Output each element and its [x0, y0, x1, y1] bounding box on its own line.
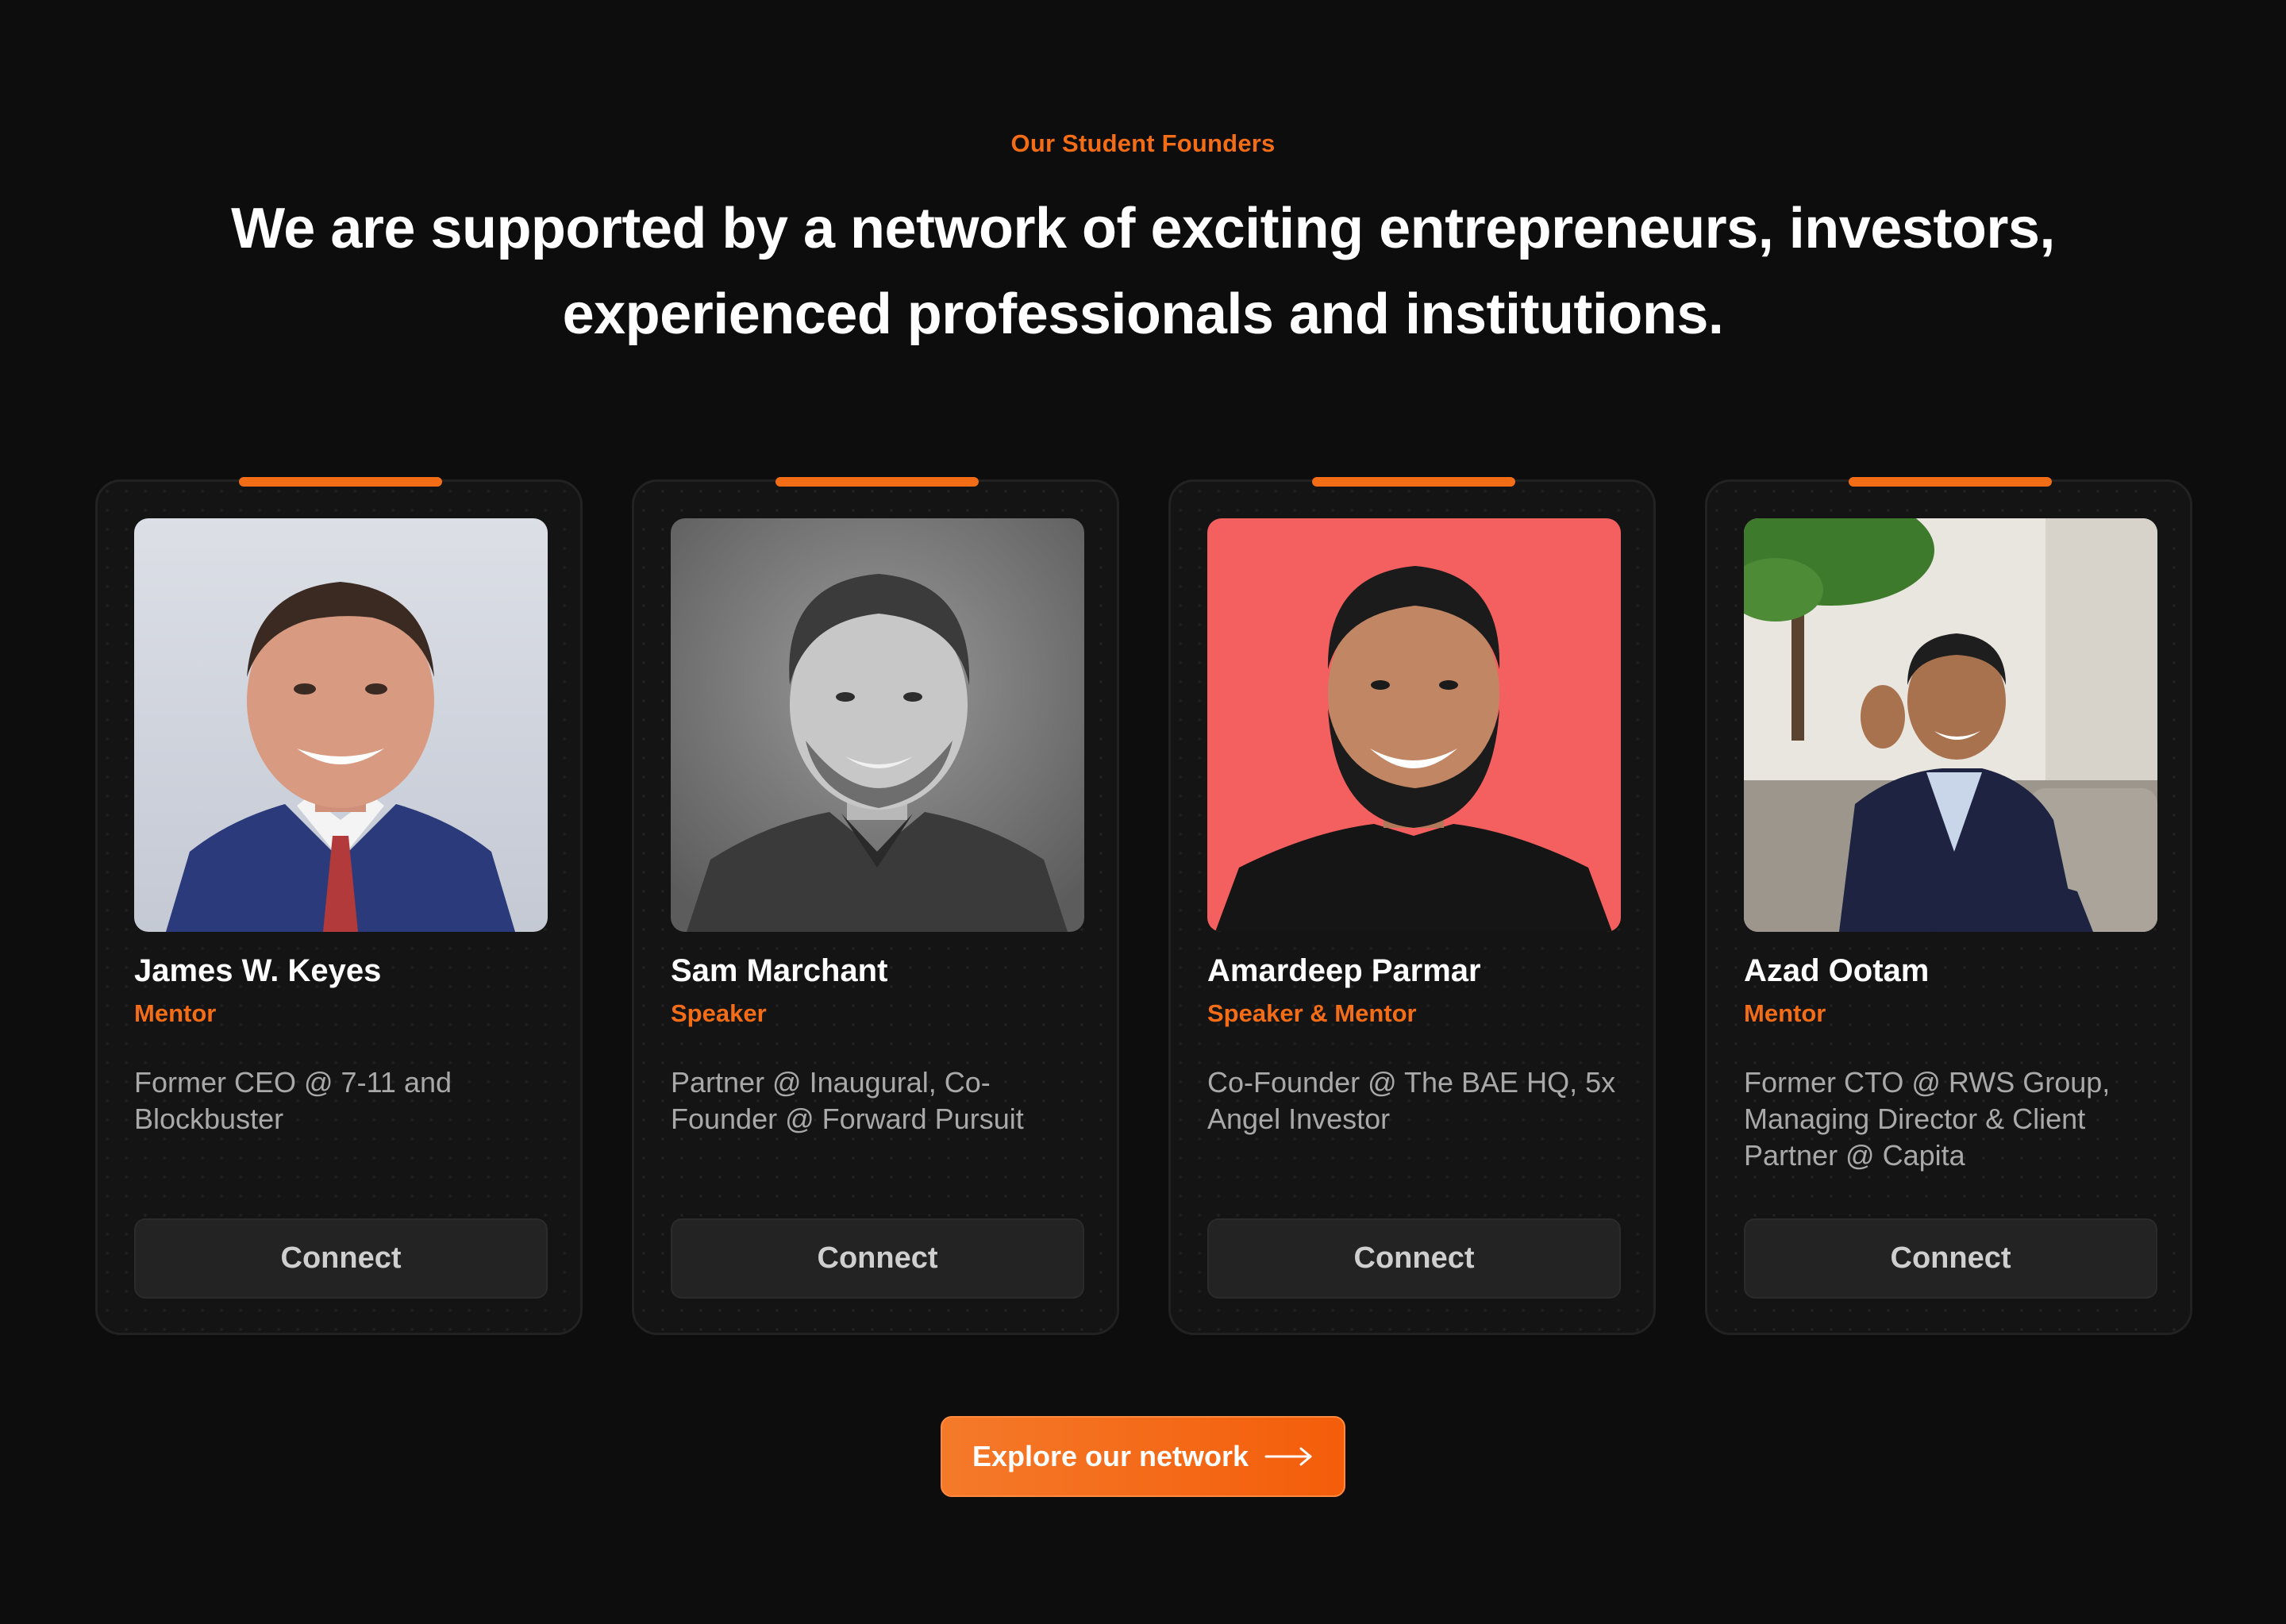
card-accent-bar — [1849, 477, 2052, 487]
card-accent-bar — [1312, 477, 1515, 487]
person-card-james-keyes: James W. Keyes Mentor Former CEO @ 7-11 … — [95, 477, 583, 1335]
person-bio: Partner @ Inaugural, Co-Founder @ Forwar… — [671, 1066, 1024, 1135]
section-headline: We are supported by a network of excitin… — [190, 186, 2096, 357]
person-card-amardeep-parmar: Amardeep Parmar Speaker & Mentor Co-Foun… — [1168, 477, 1656, 1335]
explore-network-label: Explore our network — [972, 1440, 1249, 1472]
person-name: Sam Marchant — [671, 953, 888, 988]
person-bio: Former CEO @ 7-11 and Blockbuster — [134, 1066, 452, 1135]
person-name: James W. Keyes — [134, 953, 382, 988]
profile-photo-sam-marchant — [671, 518, 1084, 932]
connect-button[interactable]: Connect — [1744, 1218, 2157, 1299]
arrow-right-icon — [1264, 1447, 1314, 1466]
profile-photo-azad-ootam — [1744, 518, 2157, 932]
person-bio: Co-Founder @ The BAE HQ, 5x Angel Invest… — [1207, 1066, 1616, 1135]
connect-button[interactable]: Connect — [1207, 1218, 1621, 1299]
person-name: Azad Ootam — [1744, 953, 1930, 988]
person-role: Speaker & Mentor — [1207, 999, 1417, 1027]
person-name: Amardeep Parmar — [1207, 953, 1481, 988]
profile-photo-amardeep-parmar — [1207, 518, 1621, 932]
explore-network-button[interactable]: Explore our network — [941, 1416, 1345, 1497]
person-role: Mentor — [134, 999, 217, 1027]
connect-button[interactable]: Connect — [671, 1218, 1084, 1299]
card-accent-bar — [239, 477, 442, 487]
founders-section: Our Student Founders We are supported by… — [0, 0, 2286, 1624]
person-role: Speaker — [671, 999, 767, 1027]
person-card-sam-marchant: Sam Marchant Speaker Partner @ Inaugural… — [632, 477, 1119, 1335]
person-bio: Former CTO @ RWS Group, Managing Directo… — [1744, 1066, 2111, 1172]
person-card-azad-ootam: Azad Ootam Mentor Former CTO @ RWS Group… — [1705, 477, 2192, 1335]
headline-line-1: We are supported by a network of excitin… — [231, 197, 2055, 260]
connect-button[interactable]: Connect — [134, 1218, 548, 1299]
person-role: Mentor — [1744, 999, 1826, 1027]
profile-photo-james-keyes — [134, 518, 548, 932]
card-accent-bar — [775, 477, 979, 487]
section-eyebrow: Our Student Founders — [1010, 129, 1276, 157]
headline-line-2: experienced professionals and institutio… — [562, 283, 1724, 346]
